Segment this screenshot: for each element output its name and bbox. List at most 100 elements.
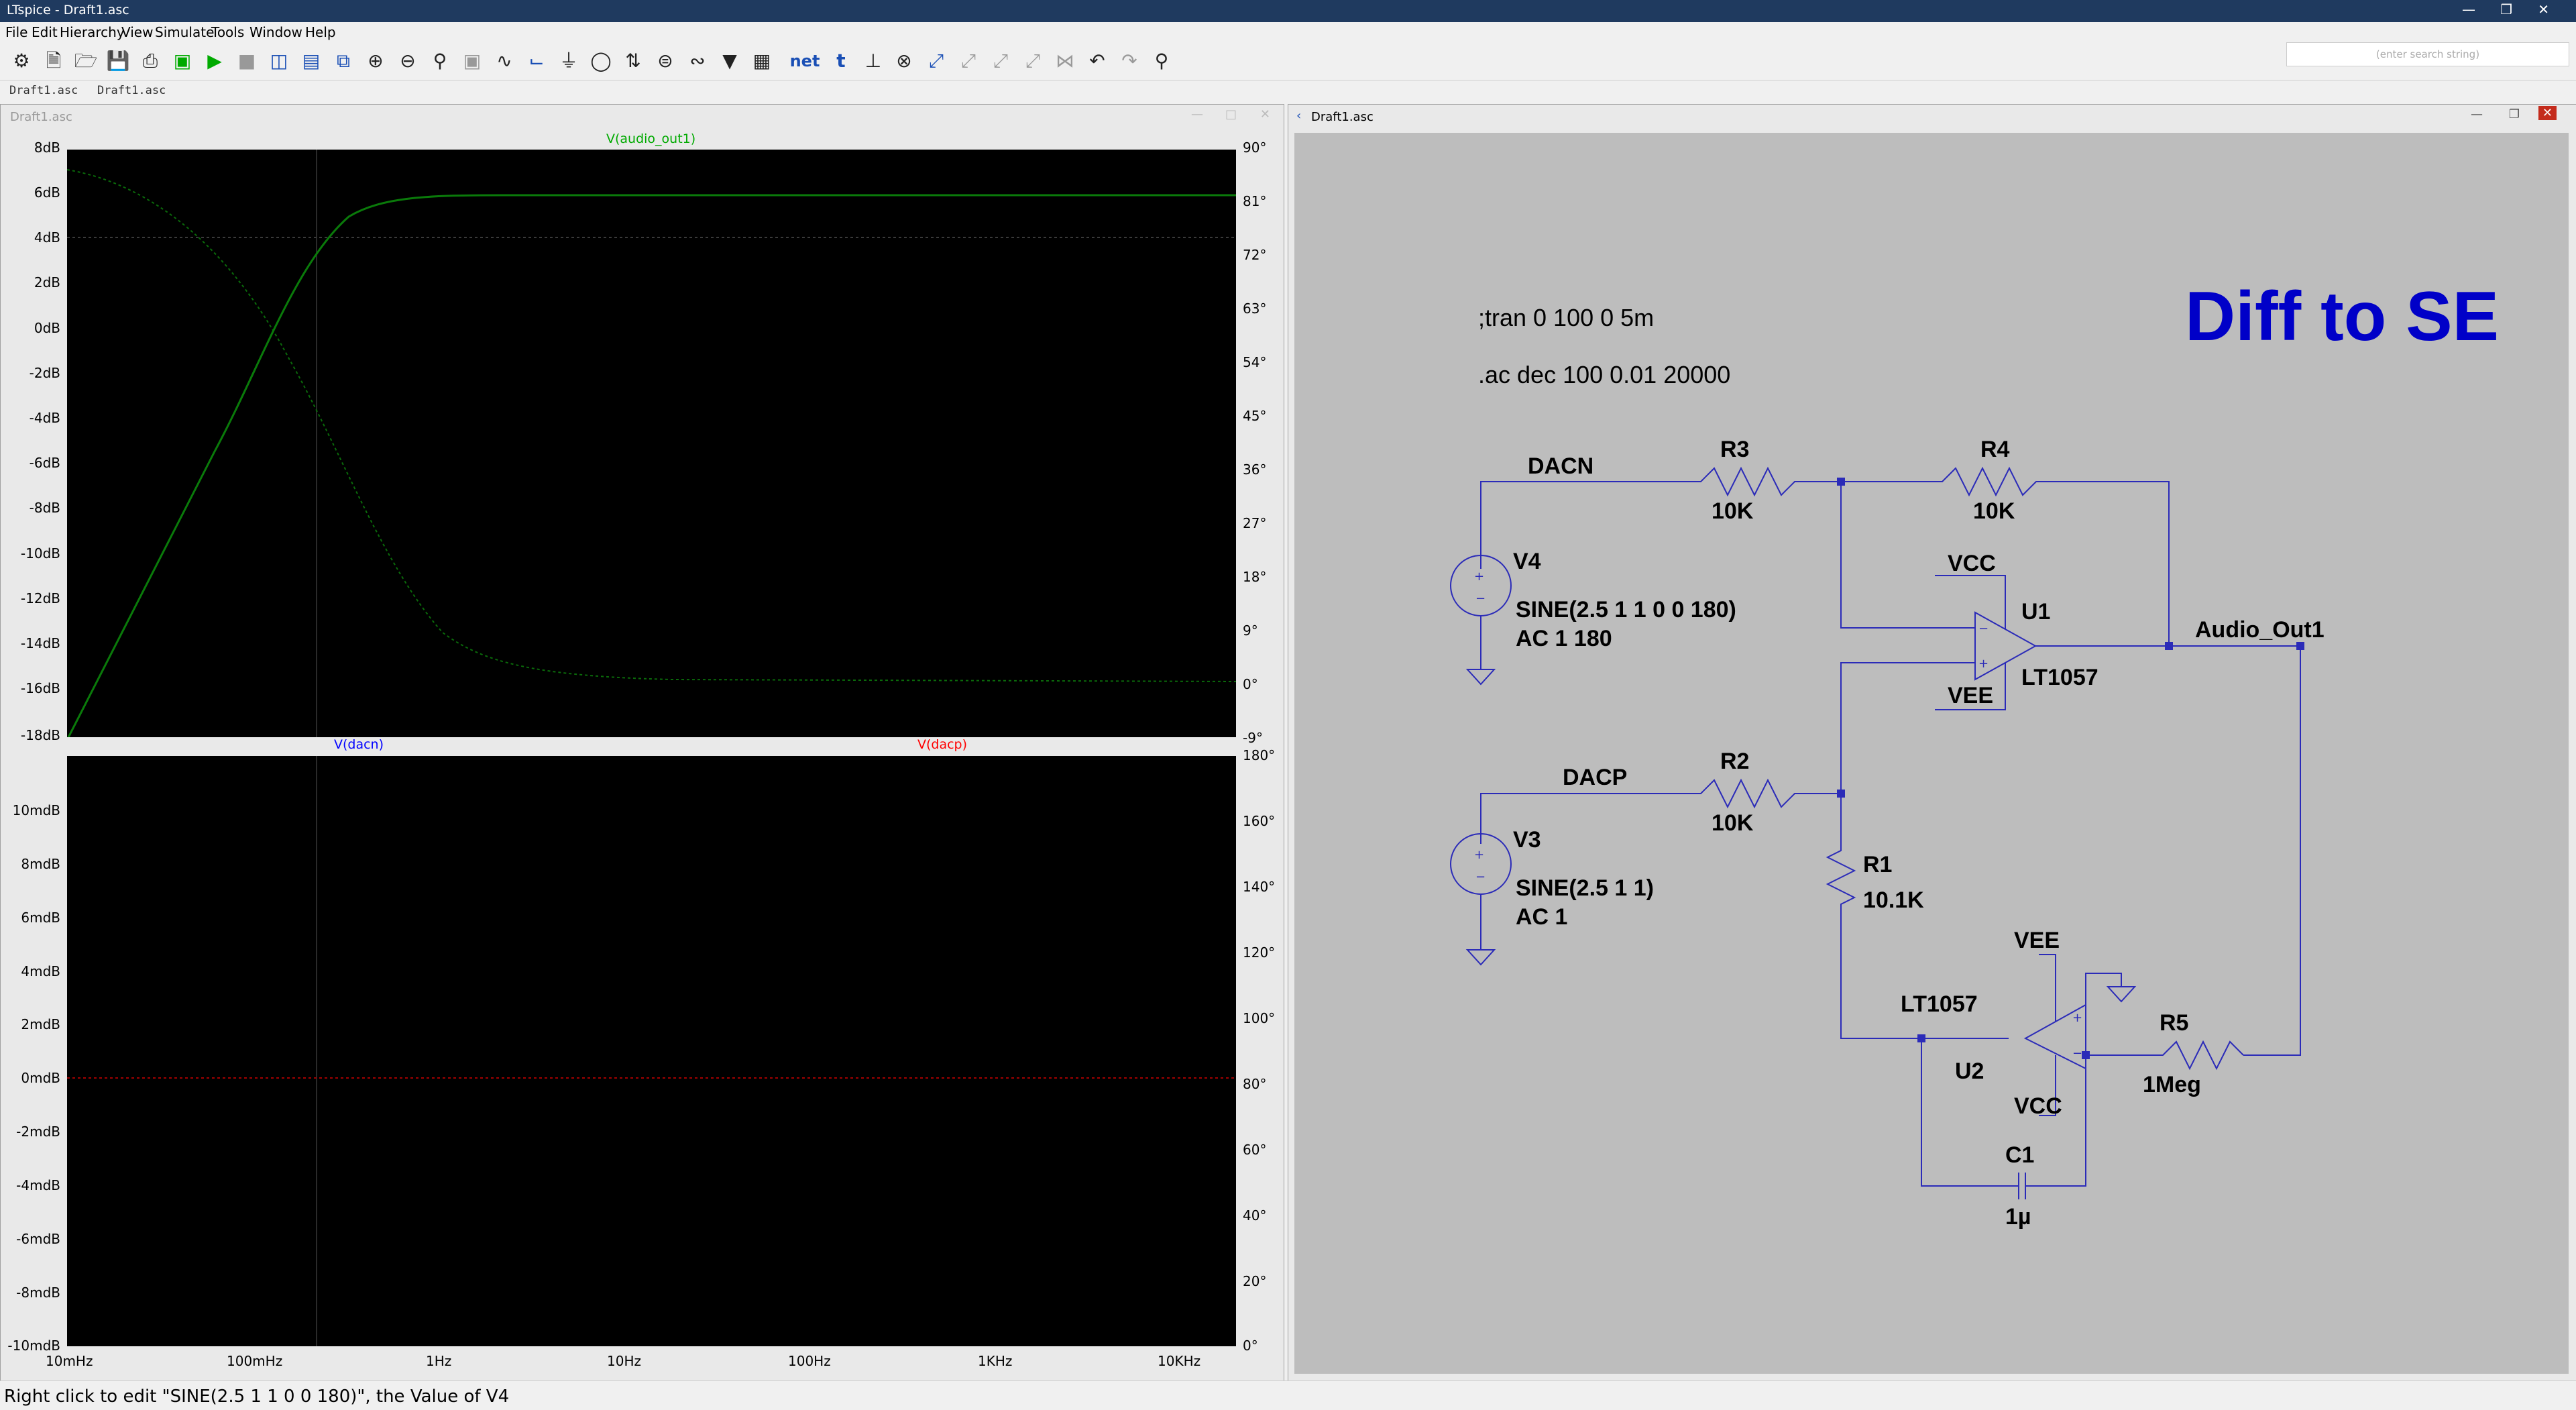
tab-schematic[interactable]: Draft1.asc bbox=[97, 84, 166, 97]
capacitor-icon[interactable]: ⊜ bbox=[653, 49, 677, 73]
close-icon[interactable]: ✕ bbox=[2538, 106, 2557, 120]
label-u2[interactable]: U2 bbox=[1955, 1059, 1984, 1085]
autorange-icon[interactable]: ∿ bbox=[492, 49, 516, 73]
label-vcc-u1[interactable]: VCC bbox=[1948, 551, 1996, 577]
plot-pane-bottom[interactable] bbox=[67, 756, 1236, 1346]
menu-help[interactable]: Help bbox=[305, 24, 336, 40]
trace-label-dacn[interactable]: V(dacn) bbox=[334, 737, 384, 752]
duplicate-icon[interactable]: ⤢ bbox=[924, 49, 948, 73]
value-r1[interactable]: 10.1K bbox=[1863, 887, 1924, 914]
label-vee-u2[interactable]: VEE bbox=[2014, 928, 2060, 954]
menu-view[interactable]: View bbox=[121, 24, 153, 40]
label-r1[interactable]: R1 bbox=[1863, 852, 1892, 878]
schematic-canvas[interactable]: + − + − − + + − Diff to SE ;tran 0 100 0… bbox=[1294, 133, 2569, 1374]
menu-hierarchy[interactable]: Hierarchy bbox=[60, 24, 125, 40]
close-icon[interactable]: ✕ bbox=[1260, 107, 1270, 121]
minimize-icon[interactable]: — bbox=[1191, 107, 1203, 121]
value-v4[interactable]: SINE(2.5 1 1 0 0 180) bbox=[1516, 597, 1736, 623]
menu-window[interactable]: Window bbox=[249, 24, 302, 40]
waveform-window-title: Draft1.asc bbox=[10, 110, 72, 124]
net-icon[interactable]: net bbox=[785, 49, 825, 73]
save-icon[interactable]: 💾 bbox=[106, 49, 130, 73]
inductor-icon[interactable]: ∾ bbox=[685, 49, 710, 73]
label-c1[interactable]: C1 bbox=[2005, 1142, 2034, 1169]
menu-simulate[interactable]: Simulate bbox=[155, 24, 214, 40]
label-dacp[interactable]: DACP bbox=[1563, 765, 1627, 791]
zoom-out-icon[interactable]: ⊖ bbox=[396, 49, 420, 73]
value-v3[interactable]: SINE(2.5 1 1) bbox=[1516, 875, 1654, 902]
ac-v4[interactable]: AC 1 180 bbox=[1516, 626, 1612, 652]
menu-file[interactable]: File bbox=[5, 24, 27, 40]
opamp-u1-vcc bbox=[1935, 575, 2006, 629]
zoom-fit-icon[interactable]: ⚲ bbox=[428, 49, 452, 73]
label-icon[interactable]: ◯ bbox=[589, 49, 613, 73]
tile-vertical-icon[interactable]: ◫ bbox=[267, 49, 291, 73]
label-v4[interactable]: V4 bbox=[1513, 549, 1541, 575]
print-icon[interactable]: ⎙ bbox=[138, 49, 162, 73]
label-r2[interactable]: R2 bbox=[1720, 749, 1749, 775]
chip-icon[interactable]: ▣ bbox=[170, 49, 194, 73]
restore-icon[interactable]: □ bbox=[1225, 107, 1237, 121]
label-audio-out1[interactable]: Audio_Out1 bbox=[2195, 617, 2325, 643]
label-u1[interactable]: U1 bbox=[2021, 599, 2050, 625]
rotate-icon[interactable]: ⤢ bbox=[1021, 49, 1045, 73]
value-r4[interactable]: 10K bbox=[1973, 498, 2015, 525]
value-r5[interactable]: 1Meg bbox=[2143, 1072, 2201, 1098]
mirror-icon[interactable]: ⋈ bbox=[1053, 49, 1077, 73]
label-r5[interactable]: R5 bbox=[2160, 1010, 2188, 1036]
y-tick: 0dB bbox=[34, 320, 60, 336]
undo-icon[interactable]: ↶ bbox=[1085, 49, 1109, 73]
label-r3[interactable]: R3 bbox=[1720, 437, 1749, 463]
label-v3[interactable]: V3 bbox=[1513, 827, 1541, 853]
tab-waveform[interactable]: Draft1.asc bbox=[9, 84, 78, 97]
restore-icon[interactable]: ❐ bbox=[2500, 1, 2512, 17]
y2-tick: -9° bbox=[1243, 730, 1263, 746]
halt-icon[interactable]: ■ bbox=[235, 49, 259, 73]
ac-v3[interactable]: AC 1 bbox=[1516, 904, 1567, 930]
plus-sign: + bbox=[1978, 657, 1989, 671]
run-icon[interactable]: ▶ bbox=[203, 49, 227, 73]
ground-icon[interactable]: ⏚ bbox=[557, 49, 581, 73]
diode-icon[interactable]: ▼ bbox=[718, 49, 742, 73]
label-vee-u1[interactable]: VEE bbox=[1948, 683, 1993, 709]
value-r2[interactable]: 10K bbox=[1712, 810, 1753, 836]
zoom-in-icon[interactable]: ⊕ bbox=[363, 49, 388, 73]
directive-tran[interactable]: ;tran 0 100 0 5m bbox=[1478, 304, 1654, 332]
spice-directive-icon[interactable]: ⊥ bbox=[861, 49, 885, 73]
minimize-icon[interactable]: — bbox=[2471, 107, 2483, 121]
delete-icon[interactable]: ⊗ bbox=[892, 49, 916, 73]
model-u2[interactable]: LT1057 bbox=[1901, 991, 1978, 1018]
folder-icon[interactable]: 🗁 bbox=[74, 49, 98, 73]
label-r4[interactable]: R4 bbox=[1980, 437, 2009, 463]
close-icon[interactable]: ✕ bbox=[2538, 1, 2549, 17]
gear-icon[interactable]: ⚙ bbox=[9, 49, 34, 73]
schematic-title[interactable]: Diff to SE bbox=[2185, 277, 2499, 357]
resistor-icon[interactable]: ⇅ bbox=[621, 49, 645, 73]
minimize-icon[interactable]: — bbox=[2462, 1, 2475, 17]
model-u1[interactable]: LT1057 bbox=[2021, 665, 2098, 691]
y-tick: 4dB bbox=[34, 229, 60, 246]
label-vcc-u2[interactable]: VCC bbox=[2014, 1093, 2062, 1120]
component-icon[interactable]: ▦ bbox=[750, 49, 774, 73]
open-icon[interactable]: 🗎 bbox=[42, 49, 66, 73]
trace-label-audio-out1[interactable]: V(audio_out1) bbox=[606, 131, 695, 146]
move-icon[interactable]: ⤢ bbox=[956, 49, 981, 73]
value-r3[interactable]: 10K bbox=[1712, 498, 1753, 525]
menu-edit[interactable]: Edit bbox=[32, 24, 58, 40]
directive-ac[interactable]: .ac dec 100 0.01 20000 bbox=[1478, 361, 1730, 389]
search-input[interactable]: (enter search string) bbox=[2286, 42, 2569, 66]
drag-icon[interactable]: ⤢ bbox=[989, 49, 1013, 73]
restore-icon[interactable]: ❐ bbox=[2509, 107, 2520, 121]
find-icon[interactable]: ⚲ bbox=[1150, 49, 1174, 73]
trace-label-dacp[interactable]: V(dacp) bbox=[917, 737, 967, 752]
redo-icon[interactable]: ↷ bbox=[1117, 49, 1141, 73]
text-icon[interactable]: t bbox=[829, 49, 853, 73]
zoom-cancel-icon[interactable]: ▣ bbox=[460, 49, 484, 73]
cascade-icon[interactable]: ⧉ bbox=[331, 49, 355, 73]
wire-icon[interactable]: ⌙ bbox=[524, 49, 549, 73]
label-dacn[interactable]: DACN bbox=[1528, 453, 1593, 480]
menu-tools[interactable]: Tools bbox=[211, 24, 244, 40]
value-c1[interactable]: 1µ bbox=[2005, 1204, 2031, 1230]
tile-horizontal-icon[interactable]: ▤ bbox=[299, 49, 323, 73]
plot-pane-top[interactable] bbox=[67, 150, 1236, 737]
